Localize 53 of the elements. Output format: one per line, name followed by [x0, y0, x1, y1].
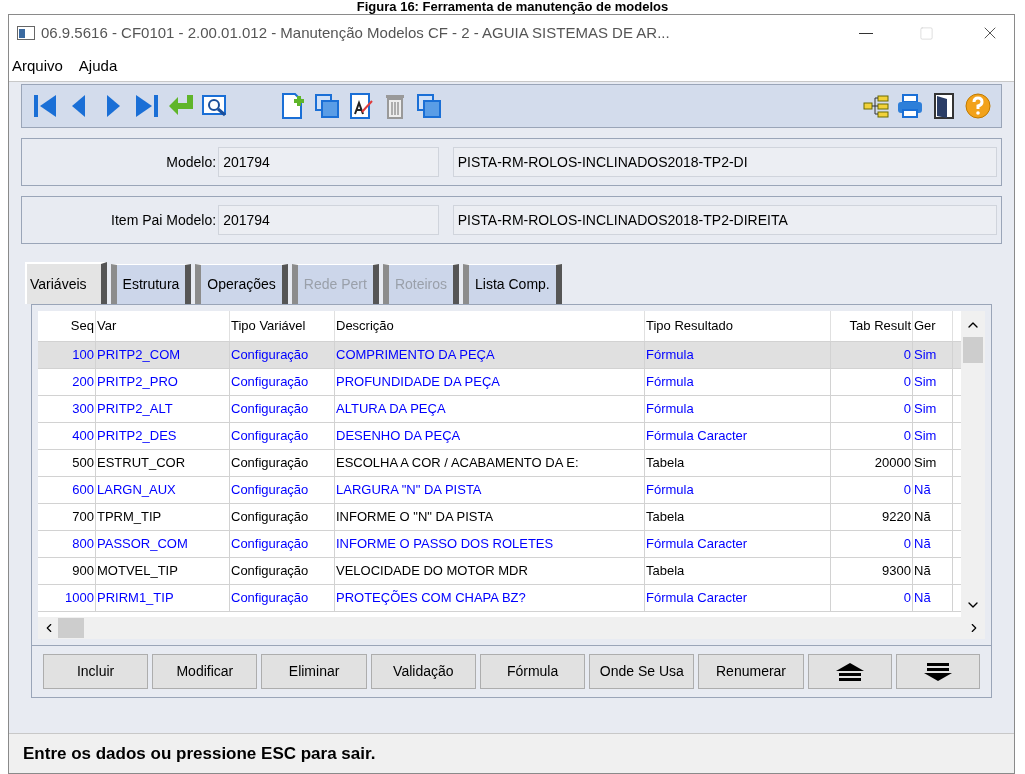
menu-item[interactable]: Ajuda [78, 54, 118, 78]
action-button[interactable]: Renumerar [698, 654, 804, 689]
tab[interactable]: Operações [195, 264, 288, 304]
copy-icon[interactable] [414, 91, 444, 121]
action-button[interactable]: Modificar [152, 654, 258, 689]
table-row[interactable]: 300 PRITP2_ALT Configuração ALTURA DA PEÇA Fórmula 0 Sim [38, 395, 961, 422]
tab[interactable]: Lista Comp. [463, 264, 562, 304]
action-button[interactable]: Eliminar [261, 654, 367, 689]
code-field[interactable]: 201794 [218, 147, 439, 177]
action-button[interactable]: Fórmula [479, 654, 586, 689]
move-down-button[interactable] [895, 654, 981, 689]
table-row[interactable]: 500 ESTRUT_COR Configuração ESCOLHA A COR / ACABAMENTO DA E: Tabela 20000 Sim [38, 449, 961, 476]
app-icon [17, 26, 35, 40]
action-button[interactable]: Validação [370, 654, 476, 689]
table-row[interactable]: 600 LARGN_AUX Configuração LARGURA "N" DA PISTA Fórmula 0 Nã [38, 476, 961, 503]
table-row[interactable]: 200 PRITP2_PRO Configuração PROFUNDIDADE DA PEÇA Fórmula 0 Sim [38, 368, 961, 395]
table-cell: Nã [913, 585, 953, 611]
table-cell: Fórmula Caracter [645, 585, 831, 611]
code-field[interactable]: 201794 [218, 205, 439, 235]
tab[interactable]: Estrutura [110, 264, 192, 304]
table-cell: Configuração [230, 585, 335, 611]
tab[interactable]: Variáveis [25, 262, 107, 304]
move-down-icon [922, 661, 953, 682]
action-button[interactable]: Onde Se Usa [589, 654, 695, 689]
table-row[interactable]: 700 TPRM_TIP Configuração INFORME O "N" DA PISTA Tabela 9220 Nã [38, 503, 961, 530]
table-row[interactable]: 1000 PRIRM1_TIP Configuração PROTEÇÕES COM CHAPA BZ? Fórmula Caracter 0 Nã [38, 584, 961, 611]
maximize-icon [919, 25, 934, 41]
horizontal-scrollbar[interactable] [38, 617, 985, 639]
vertical-scrollbar[interactable] [961, 311, 985, 617]
description-field[interactable]: PISTA-RM-ROLOS-INCLINADOS2018-TP2-DIREITA [452, 205, 997, 235]
status-bar: Entre os dados ou pressione ESC para sair. [9, 733, 1014, 773]
table-cell: 1000 [38, 585, 96, 611]
printer-icon[interactable] [895, 91, 925, 121]
scroll-thumb[interactable] [963, 337, 983, 363]
action-button[interactable]: Incluir [43, 654, 149, 689]
table-row[interactable]: 400 PRITP2_DES Configuração DESENHO DA PEÇA Fórmula Caracter 0 Sim [38, 422, 961, 449]
menu-item[interactable]: Arquivo [12, 54, 63, 78]
field-label: Item Pai Modelo: [110, 210, 217, 230]
figure-caption: Figura 16: Ferramenta de manutenção de modelos [355, 0, 670, 14]
window-title: 06.9.5616 - CF0101 - 2.00.01.012 - Manutenção Modelos CF - 2 - AGUIA SISTEMAS DE AR... [41, 22, 670, 43]
table-row[interactable]: 900 MOTVEL_TIP Configuração VELOCIDADE DO MOTOR MDR Tabela 9300 Nã [38, 557, 961, 584]
move-up-icon [834, 661, 865, 682]
minimize-icon[interactable] [859, 32, 873, 34]
table-cell: PRIRM1_TIP [96, 585, 230, 611]
move-up-button[interactable] [807, 654, 892, 689]
scroll-thumb[interactable] [58, 618, 84, 638]
description-field[interactable]: PISTA-RM-ROLOS-INCLINADOS2018-TP2-DI [452, 147, 997, 177]
table-row[interactable]: 100 PRITP2_COM Configuração COMPRIMENTO DA PEÇA Fórmula 0 Sim [38, 341, 961, 368]
table-cell: PROTEÇÕES COM CHAPA BZ? [335, 585, 645, 611]
copy-icon[interactable] [312, 91, 342, 121]
field-label: Modelo: [165, 152, 217, 172]
table-cell: 0 [831, 585, 913, 611]
table-row[interactable]: 800 PASSOR_COM Configuração INFORME O PASSO DOS ROLETES Fórmula Caracter 0 Nã [38, 530, 961, 557]
